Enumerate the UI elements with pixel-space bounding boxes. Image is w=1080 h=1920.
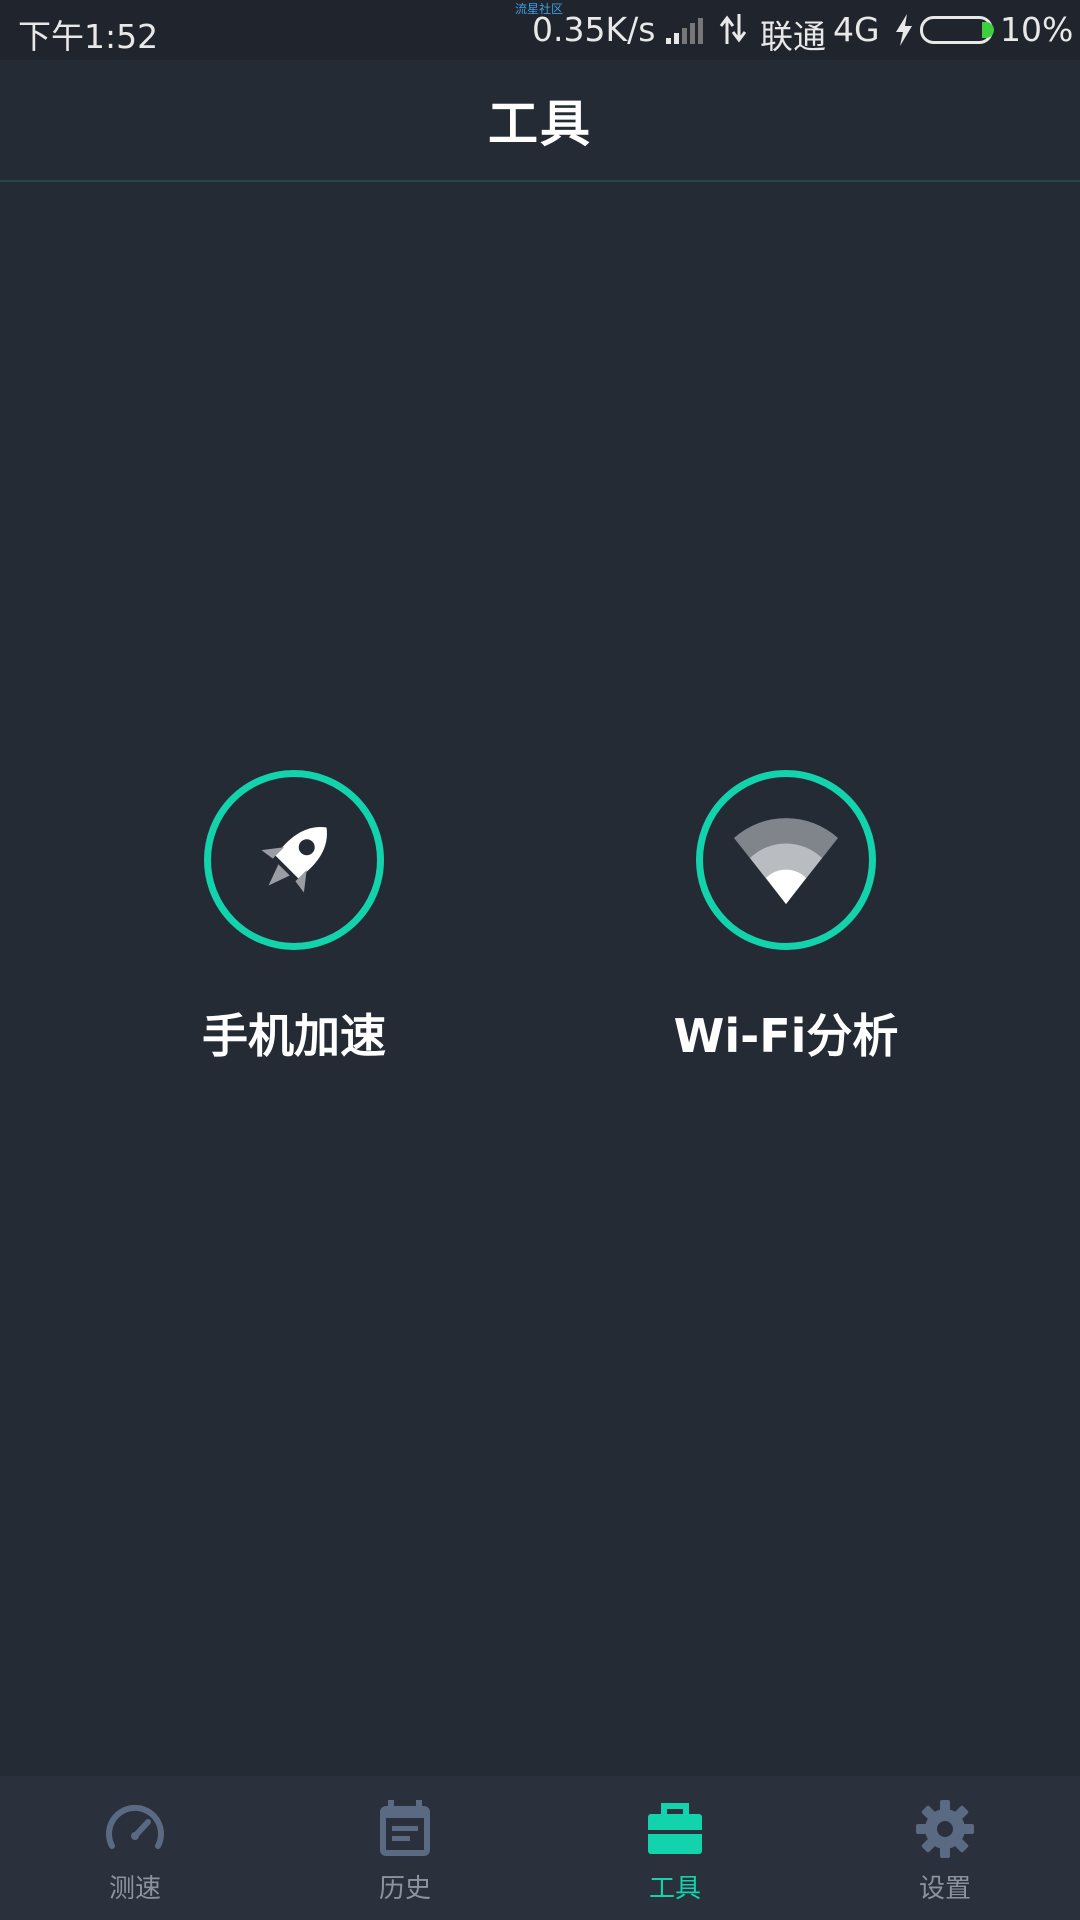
toolbox-icon [648,1803,702,1854]
app-header: 工具 [0,60,1080,182]
wifi-analysis-ring[interactable] [696,770,876,950]
bottom-nav: 测速 历史 工具 设置 [0,1776,1080,1920]
phone-boost-ring[interactable] [204,770,384,950]
rocket-icon [261,827,327,893]
calendar-icon [380,1800,430,1856]
wifi-analysis-label: Wi-Fi分析 [673,1009,899,1063]
gear-icon [916,1800,974,1858]
nav-item-speedtest[interactable]: 测速 [0,1776,270,1920]
status-bar: 下午1:52 流星社区 0.35K/s 联通 4G 10% [0,0,1080,60]
nav-label-history: 历史 [378,1874,431,1904]
phone-boost-label: 手机加速 [202,1009,386,1063]
signal-icon [666,18,703,44]
nav-label-tools: 工具 [648,1874,701,1904]
status-speed: 0.35K/s [532,10,656,49]
page-title: 工具 [488,95,592,153]
status-network: 4G [833,10,880,49]
status-battery: 10% [1000,10,1074,49]
nav-item-tools[interactable]: 工具 [540,1776,810,1920]
battery-icon [920,16,994,44]
status-time: 下午1:52 [18,17,159,56]
nav-item-settings[interactable]: 设置 [810,1776,1080,1920]
nav-label-speedtest: 测速 [108,1874,161,1904]
phone-boost-tool[interactable]: 手机加速 [94,770,494,1070]
data-transfer-icon [719,14,747,44]
speedometer-icon [106,1804,164,1849]
wifi-icon [734,818,838,904]
nav-item-history[interactable]: 历史 [270,1776,540,1920]
wifi-analysis-tool[interactable]: Wi-Fi分析 [586,770,986,1070]
charging-icon [896,14,912,46]
nav-label-settings: 设置 [918,1874,971,1904]
status-carrier: 联通 [760,17,826,56]
